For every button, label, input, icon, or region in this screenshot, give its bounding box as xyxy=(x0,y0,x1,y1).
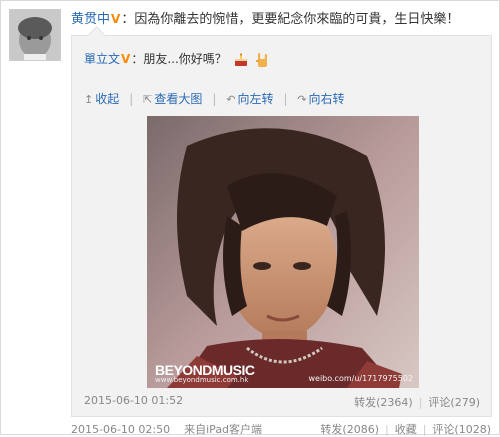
cake-icon xyxy=(234,52,247,66)
avatar[interactable] xyxy=(9,9,61,61)
original-comment-button[interactable]: 评论(279) xyxy=(428,396,480,409)
original-repost-button[interactable]: 转发(2364) xyxy=(354,396,413,409)
divider: | xyxy=(422,423,427,436)
divider: | xyxy=(384,423,389,436)
post-content: ：因為你離去的惋惜，更要紀念你來臨的可貴，生日快樂！ xyxy=(121,12,460,27)
rotate-left-button[interactable]: ↶ 向左转 xyxy=(226,92,273,106)
collapse-button[interactable]: ↥ 收起 xyxy=(84,92,119,106)
avatar-image xyxy=(10,10,60,60)
divider: | xyxy=(129,92,134,106)
repost-button[interactable]: 转发(2086) xyxy=(320,423,379,436)
post-author-link[interactable]: 黄贯中 xyxy=(71,12,110,27)
collapse-icon: ↥ xyxy=(84,93,94,106)
verified-v-icon: V xyxy=(121,52,131,66)
divider: | xyxy=(418,396,423,409)
image-toolbar: ↥ 收起 | ⇱ 查看大图 | ↶ 向左转 | ↷ 向右转 xyxy=(84,90,349,107)
photo-image xyxy=(147,116,419,388)
reposted-content: 單立文V：朋友...你好嗎？ ↥ 收起 | ⇱ 查看大图 | ↶ 向左转 | ↷ 向右转 xyxy=(71,26,492,417)
view-large-button[interactable]: ⇱ 查看大图 xyxy=(143,92,202,106)
rotate-left-icon: ↶ xyxy=(226,93,236,106)
original-author-link[interactable]: 單立文 xyxy=(84,52,120,66)
repost-caret xyxy=(87,26,106,45)
verified-v-icon: V xyxy=(111,12,121,26)
external-view-icon: ⇱ xyxy=(143,93,153,106)
post-photo[interactable]: BEYONDMUSIC www.beyondmusic.com.hk weibo… xyxy=(147,116,419,388)
original-text: 單立文V：朋友...你好嗎？ xyxy=(84,50,270,68)
original-time-link[interactable]: 2015-06-10 01:52 xyxy=(84,394,183,407)
post-text: 黄贯中V：因為你離去的惋惜，更要紀念你來臨的可貴，生日快樂！ xyxy=(71,11,491,28)
comment-button[interactable]: 评论(1028) xyxy=(432,423,491,436)
photo-logo-url: www.beyondmusic.com.hk xyxy=(155,376,249,384)
divider: | xyxy=(212,92,217,106)
rotate-right-button[interactable]: ↷ 向右转 xyxy=(297,92,344,106)
rock-hand-icon xyxy=(256,52,268,67)
original-content: ：朋友...你好嗎？ xyxy=(131,52,227,66)
original-actions: 转发(2364) | 评论(279) xyxy=(354,394,480,410)
divider: | xyxy=(283,92,288,106)
post-time-link[interactable]: 2015-06-10 02:50 xyxy=(71,423,170,436)
favorite-button[interactable]: 收藏 xyxy=(395,423,417,436)
rotate-right-icon: ↷ xyxy=(297,93,307,106)
weibo-post-card: 黄贯中V：因為你離去的惋惜，更要紀念你來臨的可貴，生日快樂！ 單立文V：朋友..… xyxy=(0,0,500,436)
client-source: 来自iPad客户端 xyxy=(184,423,263,436)
photo-watermark: weibo.com/u/1717975502 xyxy=(308,374,413,383)
